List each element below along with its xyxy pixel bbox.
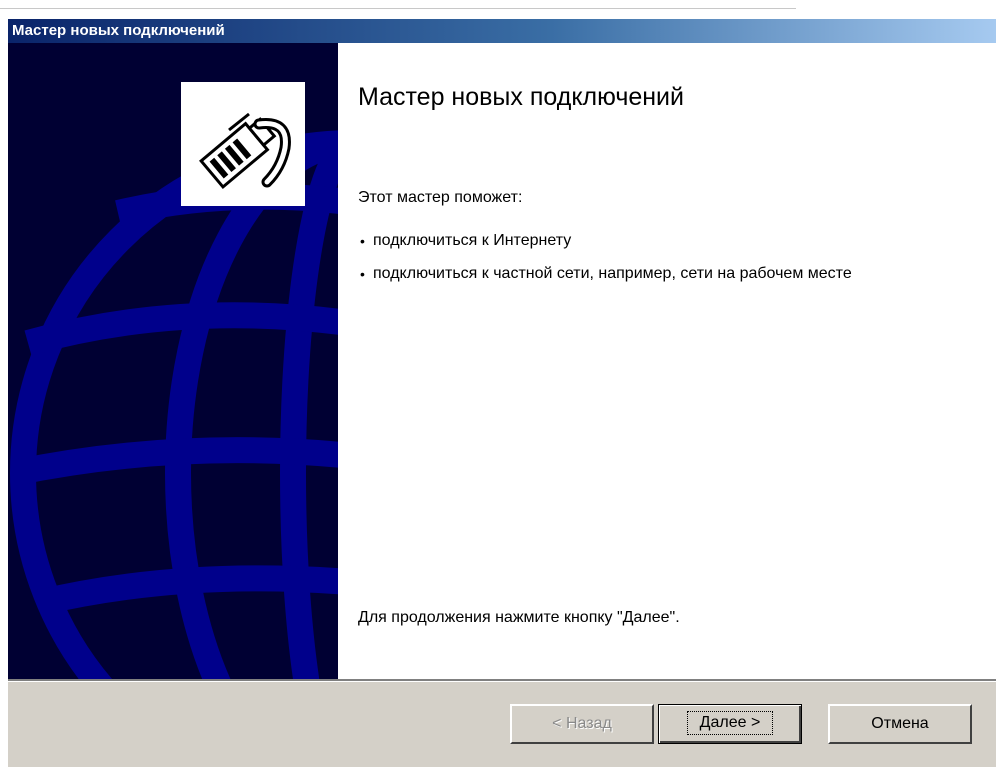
bullet-text: подключиться к Интернету <box>373 232 572 249</box>
window-title: Мастер новых подключений <box>12 22 225 39</box>
wizard-content: Мастер новых подключений Этот мастер пом… <box>338 43 996 679</box>
title-bar[interactable]: Мастер новых подключений <box>8 19 996 43</box>
wizard-footnote: Для продолжения нажмите кнопку "Далее". <box>358 609 680 626</box>
back-button[interactable]: < Назад <box>510 704 654 744</box>
top-rule <box>0 8 796 9</box>
new-connection-wizard-window: Мастер новых подключений Мастер новых по… <box>0 0 996 767</box>
wizard-bullet-list: • подключиться к Интернету • подключитьс… <box>358 231 918 297</box>
bullet-item: • подключиться к Интернету <box>358 231 918 251</box>
back-button-label: < Назад <box>552 715 612 732</box>
bullet-item: • подключиться к частной сети, например,… <box>358 264 918 284</box>
wizard-heading: Мастер новых подключений <box>358 83 684 111</box>
network-cable-plug-icon <box>189 90 297 198</box>
next-button[interactable]: Далее > <box>658 704 802 744</box>
cancel-button-label: Отмена <box>871 715 929 732</box>
wizard-intro-text: Этот мастер поможет: <box>358 189 523 206</box>
bullet-dot: • <box>360 266 365 282</box>
button-bar: < Назад Далее > Отмена <box>8 682 996 767</box>
bullet-text: подключиться к частной сети, например, с… <box>373 265 852 282</box>
bullet-dot: • <box>360 233 365 249</box>
wizard-side-panel <box>8 43 338 679</box>
top-strip <box>0 0 996 19</box>
next-button-label: Далее > <box>686 711 774 735</box>
wizard-logo <box>181 82 305 206</box>
cancel-button[interactable]: Отмена <box>828 704 972 744</box>
